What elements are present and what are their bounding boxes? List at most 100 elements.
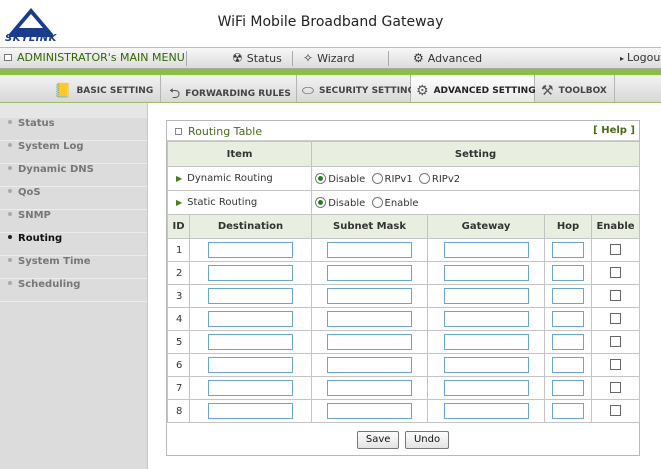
table-row: 5 — [167, 330, 641, 354]
undo-button[interactable]: Undo — [404, 431, 450, 449]
toolbox-icon: ⚒ — [541, 83, 554, 99]
help-link[interactable]: [ Help ] — [593, 125, 635, 136]
tab-security-setting[interactable]: ⬭ SECURITY SETTING — [297, 75, 415, 102]
destination-input[interactable] — [208, 311, 293, 327]
dynamic-ripv2-radio[interactable] — [418, 172, 430, 184]
route-id: 8 — [167, 399, 190, 423]
sidebar: Status System Log Dynamic DNS QoS SNMP R… — [0, 103, 148, 469]
advanced-icon: ⚙ — [413, 51, 424, 65]
destination-input[interactable] — [208, 265, 293, 281]
enable-checkbox[interactable] — [610, 336, 622, 348]
destination-input[interactable] — [208, 288, 293, 304]
subnet-mask-input[interactable] — [327, 311, 413, 327]
enable-cell — [591, 307, 641, 331]
forward-icon: ⮌ — [169, 86, 181, 102]
gateway-input[interactable] — [443, 288, 529, 304]
sidebar-item-snmp[interactable]: SNMP — [0, 210, 147, 233]
subnet-mask-cell — [311, 399, 429, 423]
subnet-mask-input[interactable] — [327, 403, 413, 419]
destination-cell — [188, 238, 313, 262]
enable-checkbox[interactable] — [610, 244, 622, 256]
hop-input[interactable] — [552, 311, 585, 327]
subnet-mask-input[interactable] — [327, 357, 413, 373]
destination-input[interactable] — [208, 380, 293, 396]
destination-cell — [188, 307, 313, 331]
tab-basic-setting[interactable]: 📒 BASIC SETTING — [0, 75, 161, 102]
subnet-mask-cell — [311, 353, 429, 377]
hop-input[interactable] — [552, 288, 585, 304]
subnet-mask-input[interactable] — [327, 288, 413, 304]
sidebar-item-system-log[interactable]: System Log — [0, 141, 147, 164]
wizard-icon: ✧ — [303, 51, 314, 65]
dynamic-ripv1-radio[interactable] — [371, 172, 383, 184]
logout-link[interactable]: ▸ Logout — [620, 51, 661, 64]
sidebar-item-status[interactable]: Status — [0, 118, 147, 141]
gateway-input[interactable] — [443, 380, 529, 396]
subnet-mask-input[interactable] — [327, 334, 413, 350]
static-enable-radio[interactable] — [371, 196, 383, 208]
lock-icon: ⬭ — [302, 83, 314, 99]
admin-main-menu[interactable]: ADMINISTRATOR's MAIN MENU — [4, 51, 185, 64]
hop-input[interactable] — [552, 265, 585, 281]
sidebar-item-routing[interactable]: Routing — [0, 233, 147, 256]
gateway-input[interactable] — [443, 265, 529, 281]
table-row: 6 — [167, 353, 641, 377]
subnet-mask-input[interactable] — [327, 242, 413, 258]
gateway-cell — [427, 399, 546, 423]
bullet-icon — [8, 258, 12, 262]
sidebar-item-scheduling[interactable]: Scheduling — [0, 279, 147, 302]
tab-advanced-setting[interactable]: ⚙ ADVANCED SETTING — [411, 75, 536, 102]
col-id: ID — [167, 214, 190, 239]
gateway-input[interactable] — [443, 403, 529, 419]
gateway-input[interactable] — [443, 242, 529, 258]
sidebar-item-dynamic-dns[interactable]: Dynamic DNS — [0, 164, 147, 187]
tab-toolbox[interactable]: ⚒ TOOLBOX — [535, 75, 615, 102]
tab-forwarding-rules[interactable]: ⮌ FORWARDING RULES — [161, 75, 297, 102]
sidebar-item-qos[interactable]: QoS — [0, 187, 147, 210]
advanced-icon: ⚙ — [416, 83, 429, 99]
destination-input[interactable] — [208, 357, 293, 373]
route-id: 7 — [167, 376, 190, 400]
save-button[interactable]: Save — [356, 431, 400, 449]
sidebar-item-system-time[interactable]: System Time — [0, 256, 147, 279]
hop-input[interactable] — [552, 403, 585, 419]
destination-input[interactable] — [208, 403, 293, 419]
static-disable-radio[interactable] — [315, 196, 327, 208]
hop-input[interactable] — [552, 357, 585, 373]
destination-input[interactable] — [208, 334, 293, 350]
hop-cell — [544, 353, 593, 377]
enable-checkbox[interactable] — [610, 313, 622, 325]
status-menu-item[interactable]: ☢ Status — [232, 51, 282, 65]
destination-cell — [188, 399, 313, 423]
bullet-icon — [8, 166, 12, 170]
wizard-menu-item[interactable]: ✧ Wizard — [303, 51, 355, 65]
enable-checkbox[interactable] — [610, 359, 622, 371]
destination-input[interactable] — [208, 242, 293, 258]
table-row: 1 — [167, 238, 641, 262]
gateway-input[interactable] — [443, 357, 529, 373]
table-row: 4 — [167, 307, 641, 331]
enable-checkbox[interactable] — [610, 267, 622, 279]
gateway-cell — [427, 238, 546, 262]
subnet-mask-cell — [311, 376, 429, 400]
enable-cell — [591, 284, 641, 308]
enable-checkbox[interactable] — [610, 405, 622, 417]
enable-checkbox[interactable] — [610, 382, 622, 394]
table-row: 3 — [167, 284, 641, 308]
advanced-menu-item[interactable]: ⚙ Advanced — [413, 51, 482, 65]
col-destination: Destination — [188, 214, 313, 239]
gateway-input[interactable] — [443, 334, 529, 350]
dynamic-disable-radio[interactable] — [315, 172, 327, 184]
hop-input[interactable] — [552, 242, 585, 258]
subnet-mask-input[interactable] — [327, 265, 413, 281]
app-title: WiFi Mobile Broadband Gateway — [217, 14, 444, 30]
destination-cell — [188, 376, 313, 400]
route-id: 1 — [167, 238, 190, 262]
hop-cell — [544, 238, 593, 262]
gateway-input[interactable] — [443, 311, 529, 327]
subnet-mask-input[interactable] — [327, 380, 413, 396]
hop-input[interactable] — [552, 334, 585, 350]
table-row: 2 — [167, 261, 641, 285]
enable-checkbox[interactable] — [610, 290, 622, 302]
hop-input[interactable] — [552, 380, 585, 396]
